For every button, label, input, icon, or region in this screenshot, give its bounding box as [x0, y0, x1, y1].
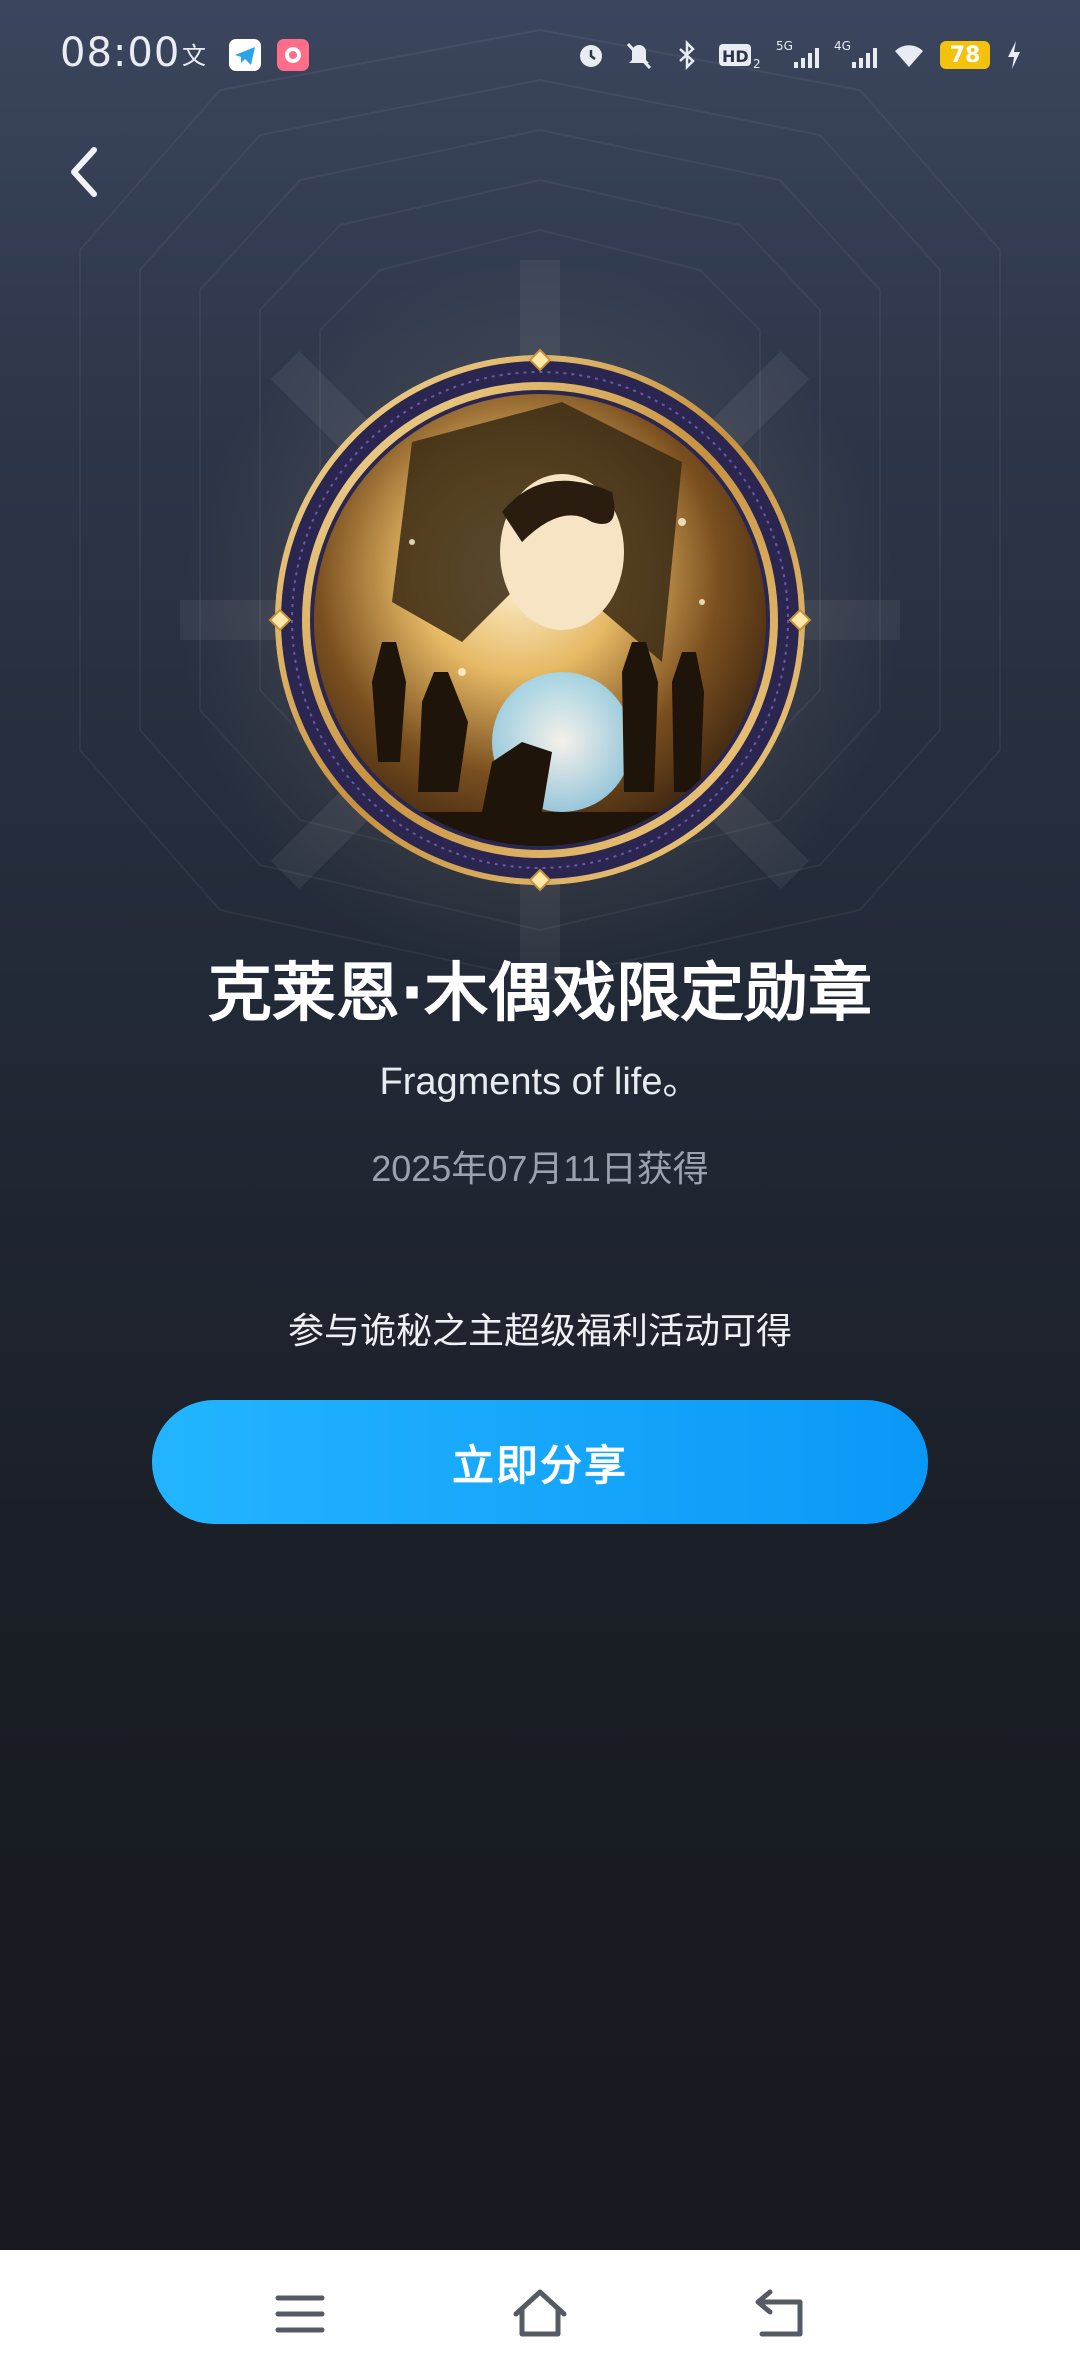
medal-title: 克莱恩·木偶戏限定勋章	[207, 957, 873, 1031]
battery-icon: 78	[940, 41, 990, 69]
medal-source-description: 参与诡秘之主超级福利活动可得	[287, 1311, 792, 1352]
translate-icon: 文	[182, 42, 206, 70]
5g-signal-icon: 5G	[776, 39, 819, 68]
status-left-icons: 文	[180, 38, 310, 72]
medal-badge-image	[268, 348, 812, 892]
alarm-icon	[580, 45, 602, 67]
game-app-icon	[277, 39, 309, 71]
status-time: 08:00	[60, 30, 181, 76]
telegram-icon	[229, 39, 261, 71]
menu-icon[interactable]	[270, 2284, 330, 2344]
svg-text:4G: 4G	[834, 39, 851, 53]
share-button[interactable]: 立即分享	[152, 1400, 928, 1524]
medal-detail-screen: 08:00 文 HD 2 5G 4G 78 克莱恩·木偶戏限定勋章 Fragme…	[0, 0, 1080, 2376]
hd-icon: HD 2	[719, 44, 761, 71]
svg-text:5G: 5G	[776, 39, 793, 53]
mute-icon	[626, 42, 652, 70]
bluetooth-icon	[679, 39, 695, 71]
system-nav-bar	[0, 2250, 1080, 2376]
wifi-icon	[895, 45, 923, 67]
chevron-left-icon	[71, 147, 97, 197]
svg-text:2: 2	[753, 57, 761, 71]
back-icon[interactable]	[750, 2284, 810, 2344]
charging-icon	[1008, 41, 1020, 69]
status-bar: 08:00 文 HD 2 5G 4G 78	[0, 0, 1080, 116]
svg-text:文: 文	[182, 42, 206, 70]
svg-text:HD: HD	[722, 47, 749, 66]
medal-acquired-date: 2025年07月11日获得	[371, 1148, 709, 1189]
status-right-icons: HD 2 5G 4G 78	[574, 38, 1024, 72]
home-icon[interactable]	[510, 2284, 570, 2344]
4g-signal-icon: 4G	[834, 39, 877, 68]
medal-subtitle: Fragments of life。	[379, 1061, 701, 1103]
back-button[interactable]	[56, 140, 116, 204]
